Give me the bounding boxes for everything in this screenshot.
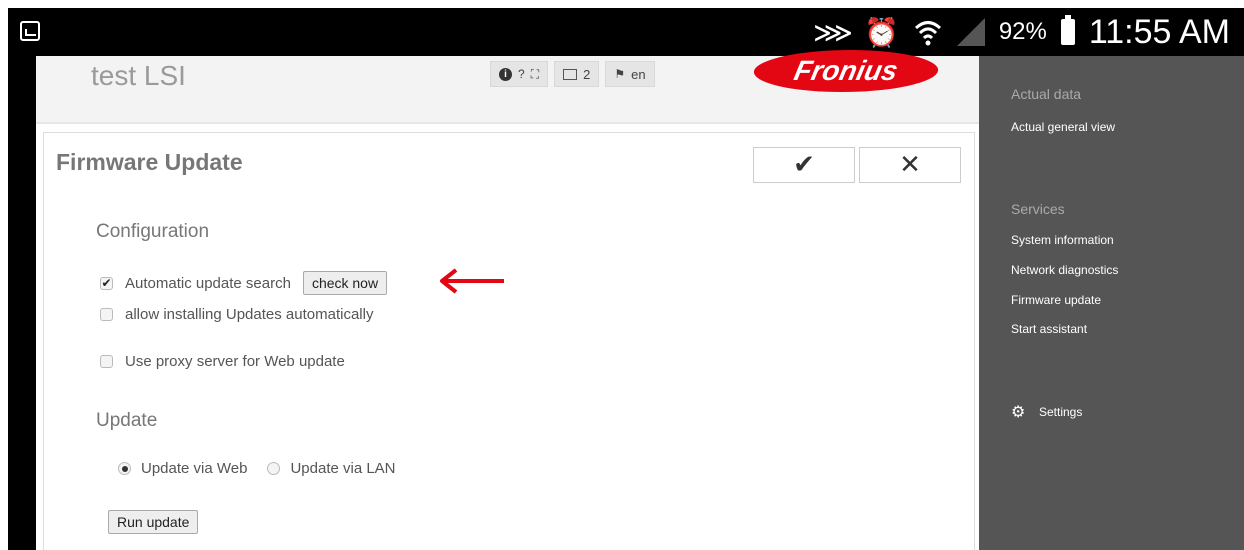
alarm-icon: ⏰ (863, 15, 899, 49)
left-edge (8, 56, 36, 550)
run-update-button[interactable]: Run update (108, 510, 199, 534)
battery-percent: 92% (998, 18, 1047, 45)
language-code: en (631, 66, 646, 82)
mute-icon: ⋙ (813, 15, 853, 49)
sidebar-item-start-assistant[interactable]: Start assistant (1011, 322, 1087, 336)
use-proxy-label: Use proxy server for Web update (125, 353, 345, 370)
allow-installing-row: allow installing Updates automatically (100, 306, 373, 323)
sidebar-item-actual-general-view[interactable]: Actual general view (1011, 120, 1115, 134)
language-selector[interactable]: ⚑ en (605, 61, 655, 87)
update-via-lan-radio[interactable] (267, 462, 281, 475)
allow-installing-checkbox[interactable] (100, 308, 113, 321)
annotation-arrow-icon (440, 268, 504, 294)
signal-icon (956, 18, 985, 46)
sidebar-item-system-information[interactable]: System information (1011, 233, 1114, 247)
check-now-button[interactable]: check now (302, 271, 388, 295)
phone-status-bar: ⋙ ⏰ 92% 11:55 AM (8, 8, 1244, 56)
update-via-lan-label: Update via LAN (290, 460, 396, 477)
help-tools: i ? ⛶ (490, 61, 549, 87)
info-icon[interactable]: i (499, 67, 512, 81)
sidebar-item-settings[interactable]: Settings (1039, 405, 1082, 419)
automatic-update-label: Automatic update search (125, 274, 291, 292)
automatic-update-checkbox[interactable]: ✔ (100, 276, 113, 290)
messages-button[interactable]: 2 (554, 61, 600, 87)
sidebar-item-network-diagnostics[interactable]: Network diagnostics (1011, 263, 1118, 277)
services-heading: Services (1011, 201, 1065, 217)
gallery-icon (20, 21, 40, 41)
confirm-button[interactable]: ✔ (753, 147, 855, 183)
use-proxy-checkbox[interactable] (100, 355, 113, 368)
clock: 11:55 AM (1088, 12, 1230, 51)
automatic-update-row: ✔ Automatic update search check now (100, 271, 388, 295)
update-via-web-radio[interactable] (118, 462, 131, 475)
battery-icon (1060, 15, 1075, 45)
use-proxy-row: Use proxy server for Web update (100, 353, 345, 370)
device-name: test LSI (91, 60, 186, 91)
allow-installing-label: allow installing Updates automatically (125, 306, 374, 323)
header-divider (36, 122, 979, 124)
wifi-icon (914, 21, 941, 46)
header-tools: i ? ⛶ 2 ⚑ en (490, 61, 655, 87)
app-header: test LSI i ? ⛶ 2 ⚑ en Fronius (36, 50, 979, 122)
gear-icon[interactable]: ⚙ (1011, 404, 1027, 420)
fullscreen-icon[interactable]: ⛶ (531, 67, 539, 82)
configuration-heading: Configuration (96, 221, 210, 242)
run-update-row: Run update (96, 510, 199, 534)
page-title: Firmware Update (56, 149, 243, 175)
actual-data-heading: Actual data (1011, 86, 1082, 102)
update-heading: Update (96, 410, 158, 431)
close-button[interactable]: ✕ (859, 147, 961, 183)
status-icons: ⋙ ⏰ 92% 11:55 AM (813, 8, 1230, 56)
flag-icon: ⚑ (614, 67, 626, 81)
fronius-logo: Fronius (749, 50, 943, 92)
mail-icon (563, 68, 578, 80)
update-via-web-label: Update via Web (141, 460, 248, 477)
message-count: 2 (583, 66, 591, 82)
logo-text: Fronius (791, 55, 901, 86)
sidebar-item-firmware-update[interactable]: Firmware update (1011, 293, 1101, 307)
help-button[interactable]: ? (518, 67, 525, 81)
firmware-update-panel: Firmware Update ✔ ✕ Configuration ✔ Auto… (43, 132, 975, 550)
sidebar: Actual data Actual general view Services… (979, 56, 1244, 550)
update-source-row: Update via Web Update via LAN (118, 460, 396, 477)
